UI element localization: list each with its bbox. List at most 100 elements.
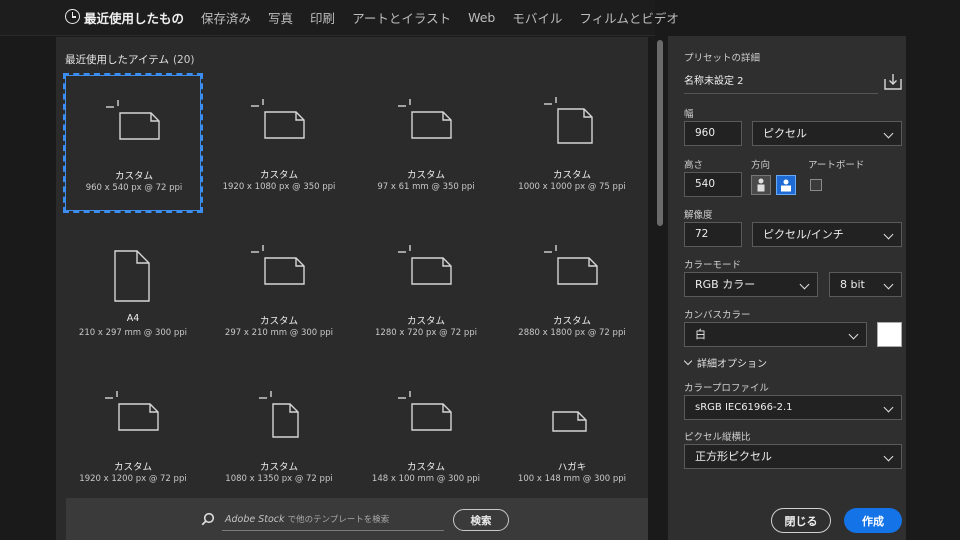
chevron-down-icon <box>883 279 894 290</box>
height-input[interactable]: 540 <box>684 172 742 197</box>
color-mode-value: RGB カラー <box>695 278 756 291</box>
preset-card-dimensions: 1080 x 1350 px @ 72 ppi <box>225 474 333 484</box>
close-button[interactable]: 閉じる <box>771 508 831 533</box>
color-mode-select[interactable]: RGB カラー <box>684 272 818 297</box>
resolution-unit-value: ピクセル/インチ <box>763 228 844 241</box>
artboard-checkbox[interactable] <box>810 179 822 191</box>
postcard-icon <box>552 411 587 432</box>
preset-card-name: カスタム <box>406 316 445 327</box>
chevron-down-icon <box>799 279 810 290</box>
tab-bar: 最近使用したもの 保存済み 写真 印刷 アートとイラスト Web モバイル フィ… <box>0 0 679 36</box>
preset-card[interactable]: カスタム 1080 x 1350 px @ 72 ppi <box>211 367 347 503</box>
custom-landscape-icon <box>544 245 598 285</box>
preset-card-name: カスタム <box>552 170 591 181</box>
custom-landscape-icon <box>398 99 452 139</box>
preset-card-dimensions: 297 x 210 mm @ 300 ppi <box>224 328 334 338</box>
bit-depth-select[interactable]: 8 bit <box>829 272 902 297</box>
preset-card-dimensions: 2880 x 1800 px @ 72 ppi <box>518 328 626 338</box>
artboard-label: アートボード <box>808 160 865 171</box>
tab-photo[interactable]: 写真 <box>268 8 293 27</box>
height-label: 高さ <box>684 160 704 171</box>
section-title: 最近使用したアイテム (20) <box>65 52 195 67</box>
custom-landscape-icon <box>398 245 452 285</box>
width-unit-value: ピクセル <box>763 127 807 140</box>
width-input[interactable]: 960 <box>684 121 742 146</box>
preset-card-name: カスタム <box>114 171 153 182</box>
canvas-color-select[interactable]: 白 <box>684 322 867 347</box>
preset-card-name: カスタム <box>406 170 445 181</box>
resolution-label: 解像度 <box>684 210 713 221</box>
document-name-field[interactable]: 名称未設定 2 <box>684 72 878 94</box>
resolution-unit-select[interactable]: ピクセル/インチ <box>752 222 902 247</box>
preset-card-dimensions: 1280 x 720 px @ 72 ppi <box>375 328 477 338</box>
tab-recent[interactable]: 最近使用したもの <box>84 8 184 27</box>
custom-landscape-icon <box>106 100 160 140</box>
preset-card-dimensions: 97 x 61 mm @ 350 ppi <box>377 182 475 192</box>
tab-web[interactable]: Web <box>468 10 495 25</box>
preset-card[interactable]: カスタム 1280 x 720 px @ 72 ppi <box>358 221 494 357</box>
tab-mobile[interactable]: モバイル <box>512 8 562 27</box>
canvas-color-label: カンバスカラー <box>684 310 751 321</box>
tab-art-illustration[interactable]: アートとイラスト <box>352 8 451 27</box>
preset-card[interactable]: カスタム 1920 x 1200 px @ 72 ppi <box>65 367 201 503</box>
item-count: (20) <box>172 54 195 66</box>
scrollbar[interactable] <box>657 40 663 226</box>
custom-landscape-icon <box>251 99 305 139</box>
preset-card[interactable]: A4 210 x 297 mm @ 300 ppi <box>65 221 201 357</box>
tab-saved[interactable]: 保存済み <box>201 8 251 27</box>
canvas-color-swatch[interactable] <box>877 322 902 347</box>
canvas-color-value: 白 <box>695 328 706 341</box>
chevron-down-icon <box>883 229 894 240</box>
landscape-orientation-button[interactable] <box>776 175 796 195</box>
preset-details-panel: プリセットの詳細 名称未設定 2 幅 960 ピクセル 高さ 方向 アートボード… <box>668 36 906 540</box>
window-edge <box>906 0 960 540</box>
chevron-down-icon <box>883 402 894 413</box>
chevron-down-icon <box>848 329 859 340</box>
save-preset-icon[interactable] <box>884 73 902 90</box>
stock-search-input[interactable]: Adobe Stock で他のテンプレートを検索 <box>222 509 444 531</box>
preset-card-name: A4 <box>126 313 140 324</box>
preset-card-dimensions: 210 x 297 mm @ 300 ppi <box>78 328 188 338</box>
preset-card[interactable]: カスタム 97 x 61 mm @ 350 ppi <box>358 75 494 211</box>
preset-card[interactable]: カスタム 148 x 100 mm @ 300 ppi <box>358 367 494 503</box>
preset-card[interactable]: カスタム 297 x 210 mm @ 300 ppi <box>211 221 347 357</box>
width-label: 幅 <box>684 109 694 120</box>
preset-card-name: カスタム <box>259 462 298 473</box>
width-unit-select[interactable]: ピクセル <box>752 121 902 146</box>
search-button[interactable]: 検索 <box>453 509 509 531</box>
search-placeholder-brand: Adobe Stock <box>225 514 285 525</box>
preset-card-dimensions: 960 x 540 px @ 72 ppi <box>85 183 183 193</box>
resolution-input[interactable]: 72 <box>684 222 742 247</box>
advanced-chevron-icon[interactable] <box>683 356 693 366</box>
preset-card[interactable]: カスタム 960 x 540 px @ 72 ppi <box>63 73 203 213</box>
preset-card-name: カスタム <box>259 170 298 181</box>
preset-card-dimensions: 1920 x 1080 px @ 350 ppi <box>222 182 336 192</box>
tab-print[interactable]: 印刷 <box>310 8 335 27</box>
create-button[interactable]: 作成 <box>844 508 902 533</box>
preset-card-name: カスタム <box>552 316 591 327</box>
preset-card-name: カスタム <box>113 462 152 473</box>
color-profile-select[interactable]: sRGB IEC61966-2.1 <box>684 395 902 420</box>
search-icon <box>201 512 215 526</box>
preset-card[interactable]: カスタム 2880 x 1800 px @ 72 ppi <box>504 221 640 357</box>
color-mode-label: カラーモード <box>684 260 742 271</box>
preset-card-name: カスタム <box>259 316 298 327</box>
bit-depth-value: 8 bit <box>840 278 865 291</box>
portrait-orientation-button[interactable] <box>751 175 771 195</box>
advanced-options-toggle[interactable]: 詳細オプション <box>697 355 767 370</box>
preset-card[interactable]: ハガキ 100 x 148 mm @ 300 ppi <box>504 367 640 503</box>
preset-card[interactable]: カスタム 1920 x 1080 px @ 350 ppi <box>211 75 347 211</box>
custom-landscape-icon <box>398 391 452 431</box>
preset-card-dimensions: 1000 x 1000 px @ 75 ppi <box>518 182 626 192</box>
search-placeholder: で他のテンプレートを検索 <box>287 515 390 525</box>
section-title-text: 最近使用したアイテム <box>65 54 169 66</box>
clock-icon <box>65 9 80 24</box>
preset-card[interactable]: カスタム 1000 x 1000 px @ 75 ppi <box>504 75 640 211</box>
preset-details-title: プリセットの詳細 <box>684 53 761 64</box>
pixel-aspect-label: ピクセル縦横比 <box>684 432 751 443</box>
custom-landscape-icon <box>251 245 305 285</box>
document-portrait-icon <box>114 250 150 302</box>
custom-landscape-icon <box>105 391 159 431</box>
pixel-aspect-select[interactable]: 正方形ピクセル <box>684 444 902 469</box>
tab-film-video[interactable]: フィルムとビデオ <box>579 8 679 27</box>
